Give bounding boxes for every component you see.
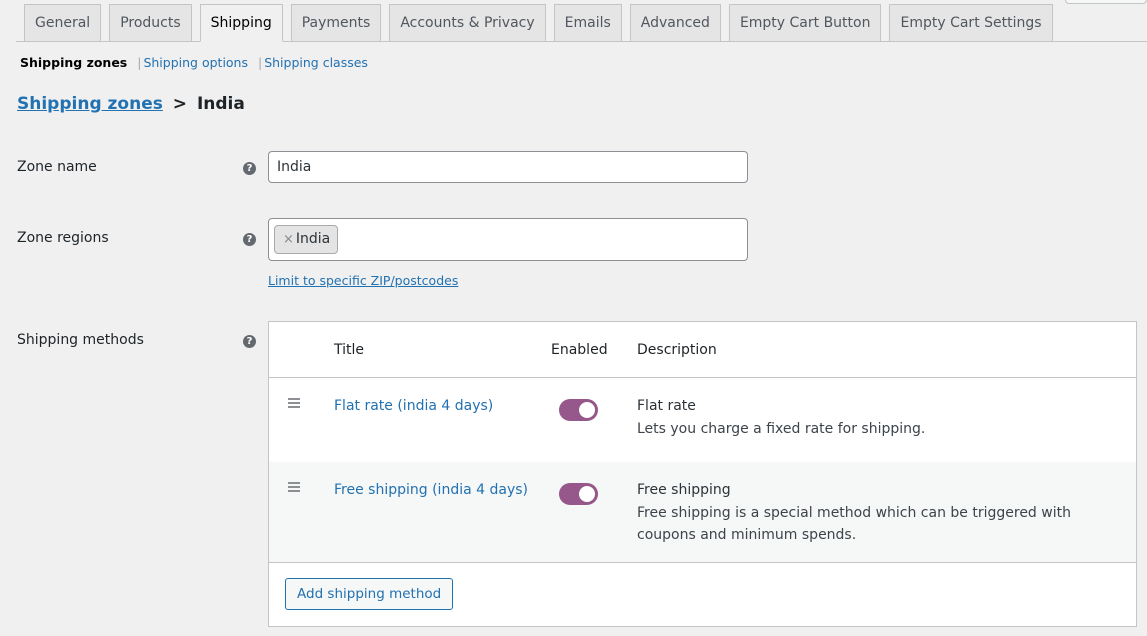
description-title: Free shipping [637, 482, 731, 498]
settings-tabs: General Products Shipping Payments Accou… [16, 4, 1147, 42]
tab-empty-cart-settings[interactable]: Empty Cart Settings [889, 4, 1053, 41]
description-text: Lets you charge a fixed rate for shippin… [637, 421, 926, 437]
breadcrumb: Shipping zones > India [17, 94, 245, 114]
add-shipping-method-button[interactable]: Add shipping method [285, 578, 454, 610]
column-enabled: Enabled [551, 342, 608, 358]
description-title: Flat rate [637, 398, 696, 414]
description-text: Free shipping is a special method which … [637, 505, 1071, 543]
tab-general[interactable]: General [24, 4, 102, 41]
shipping-methods-table: Title Enabled Description Flat rate (ind… [268, 321, 1137, 627]
zone-name-input[interactable]: India [268, 151, 748, 183]
remove-chip-icon[interactable]: × [283, 232, 294, 247]
enabled-toggle[interactable] [559, 483, 598, 505]
breadcrumb-current: India [196, 94, 245, 114]
tab-shipping[interactable]: Shipping [199, 4, 283, 42]
tab-advanced[interactable]: Advanced [629, 4, 721, 41]
tab-products[interactable]: Products [109, 4, 192, 41]
column-description: Description [637, 342, 717, 358]
toggle-knob [579, 486, 595, 502]
subnav-shipping-options[interactable]: Shipping options [143, 55, 248, 70]
method-title-link[interactable]: Free shipping (india 4 days) [334, 482, 528, 498]
table-header: Title Enabled Description [269, 322, 1136, 378]
tab-emails[interactable]: Emails [553, 4, 622, 41]
help-icon[interactable]: ? [243, 233, 256, 246]
breadcrumb-shipping-zones-link[interactable]: Shipping zones [17, 94, 163, 114]
table-row: Free shipping (india 4 days) Free shippi… [269, 462, 1136, 563]
breadcrumb-separator: > [172, 94, 188, 114]
help-icon[interactable]: ? [243, 335, 256, 348]
tab-accounts-privacy[interactable]: Accounts & Privacy [389, 4, 546, 41]
region-chip-label: India [295, 231, 331, 247]
toggle-knob [579, 402, 595, 418]
subnav-separator: | [137, 55, 142, 70]
subnav-shipping-classes[interactable]: Shipping classes [264, 55, 368, 70]
shipping-methods-label: Shipping methods [17, 332, 144, 348]
subnav-shipping-zones[interactable]: Shipping zones [20, 55, 127, 70]
shipping-subnav: Shipping zones | Shipping options | Shippi… [20, 55, 368, 70]
enabled-toggle[interactable] [559, 399, 598, 421]
region-chip: × India [274, 225, 339, 254]
drag-handle-icon[interactable] [288, 482, 300, 494]
zone-regions-label: Zone regions [17, 230, 109, 246]
method-description: Flat rate Lets you charge a fixed rate f… [637, 398, 1117, 440]
column-title: Title [334, 342, 365, 358]
help-icon[interactable]: ? [243, 162, 256, 175]
method-description: Free shipping Free shipping is a special… [637, 482, 1117, 546]
method-title-link[interactable]: Flat rate (india 4 days) [334, 398, 493, 414]
tab-payments[interactable]: Payments [290, 4, 382, 41]
zone-name-label: Zone name [17, 159, 97, 175]
subnav-separator: | [257, 55, 263, 70]
zone-regions-select[interactable]: × India [268, 218, 748, 261]
tab-empty-cart-button[interactable]: Empty Cart Button [728, 4, 882, 41]
table-row: Flat rate (india 4 days) Flat rate Lets … [269, 378, 1136, 462]
drag-handle-icon[interactable] [288, 398, 300, 410]
limit-postcodes-link[interactable]: Limit to specific ZIP/postcodes [268, 273, 458, 288]
